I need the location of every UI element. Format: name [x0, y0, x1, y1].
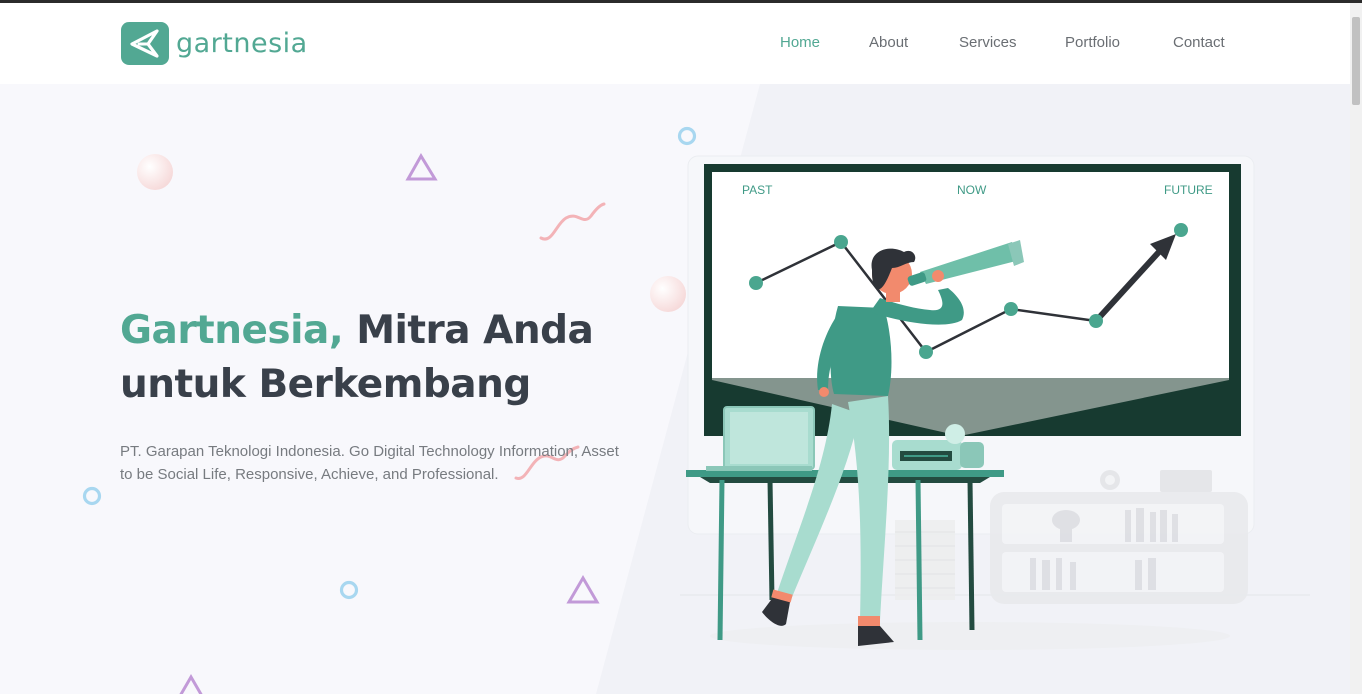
brand-name: gartnesia — [176, 28, 308, 59]
nav-contact[interactable]: Contact — [1173, 34, 1225, 51]
chart-point — [1004, 302, 1018, 316]
nav-home[interactable]: Home — [780, 34, 820, 51]
chart-point — [919, 345, 933, 359]
chart-point — [1089, 314, 1103, 328]
nav-portfolio[interactable]: Portfolio — [1065, 34, 1120, 51]
board-label-now: NOW — [957, 183, 987, 197]
brand-logo[interactable]: gartnesia — [121, 22, 308, 65]
board-screen — [712, 172, 1229, 378]
paper-plane-logo-icon — [121, 22, 169, 65]
nav-services[interactable]: Services — [959, 34, 1017, 51]
nav-about[interactable]: About — [869, 34, 908, 51]
chart-point — [749, 276, 763, 290]
scrollbar-thumb[interactable] — [1352, 17, 1360, 105]
hero-illustration: PAST NOW FUTURE — [680, 155, 1310, 650]
paper-stack — [895, 520, 955, 600]
page-scrollbar[interactable] — [1350, 3, 1362, 694]
board-label-past: PAST — [742, 183, 773, 197]
navbar: gartnesia Home About Services Portfolio … — [0, 3, 1350, 84]
board-label-future: FUTURE — [1164, 183, 1213, 197]
chart-point — [834, 235, 848, 249]
chart-point — [1174, 223, 1188, 237]
hero-section: Gartnesia, Mitra Anda untuk Berkembang PT… — [0, 84, 1350, 694]
